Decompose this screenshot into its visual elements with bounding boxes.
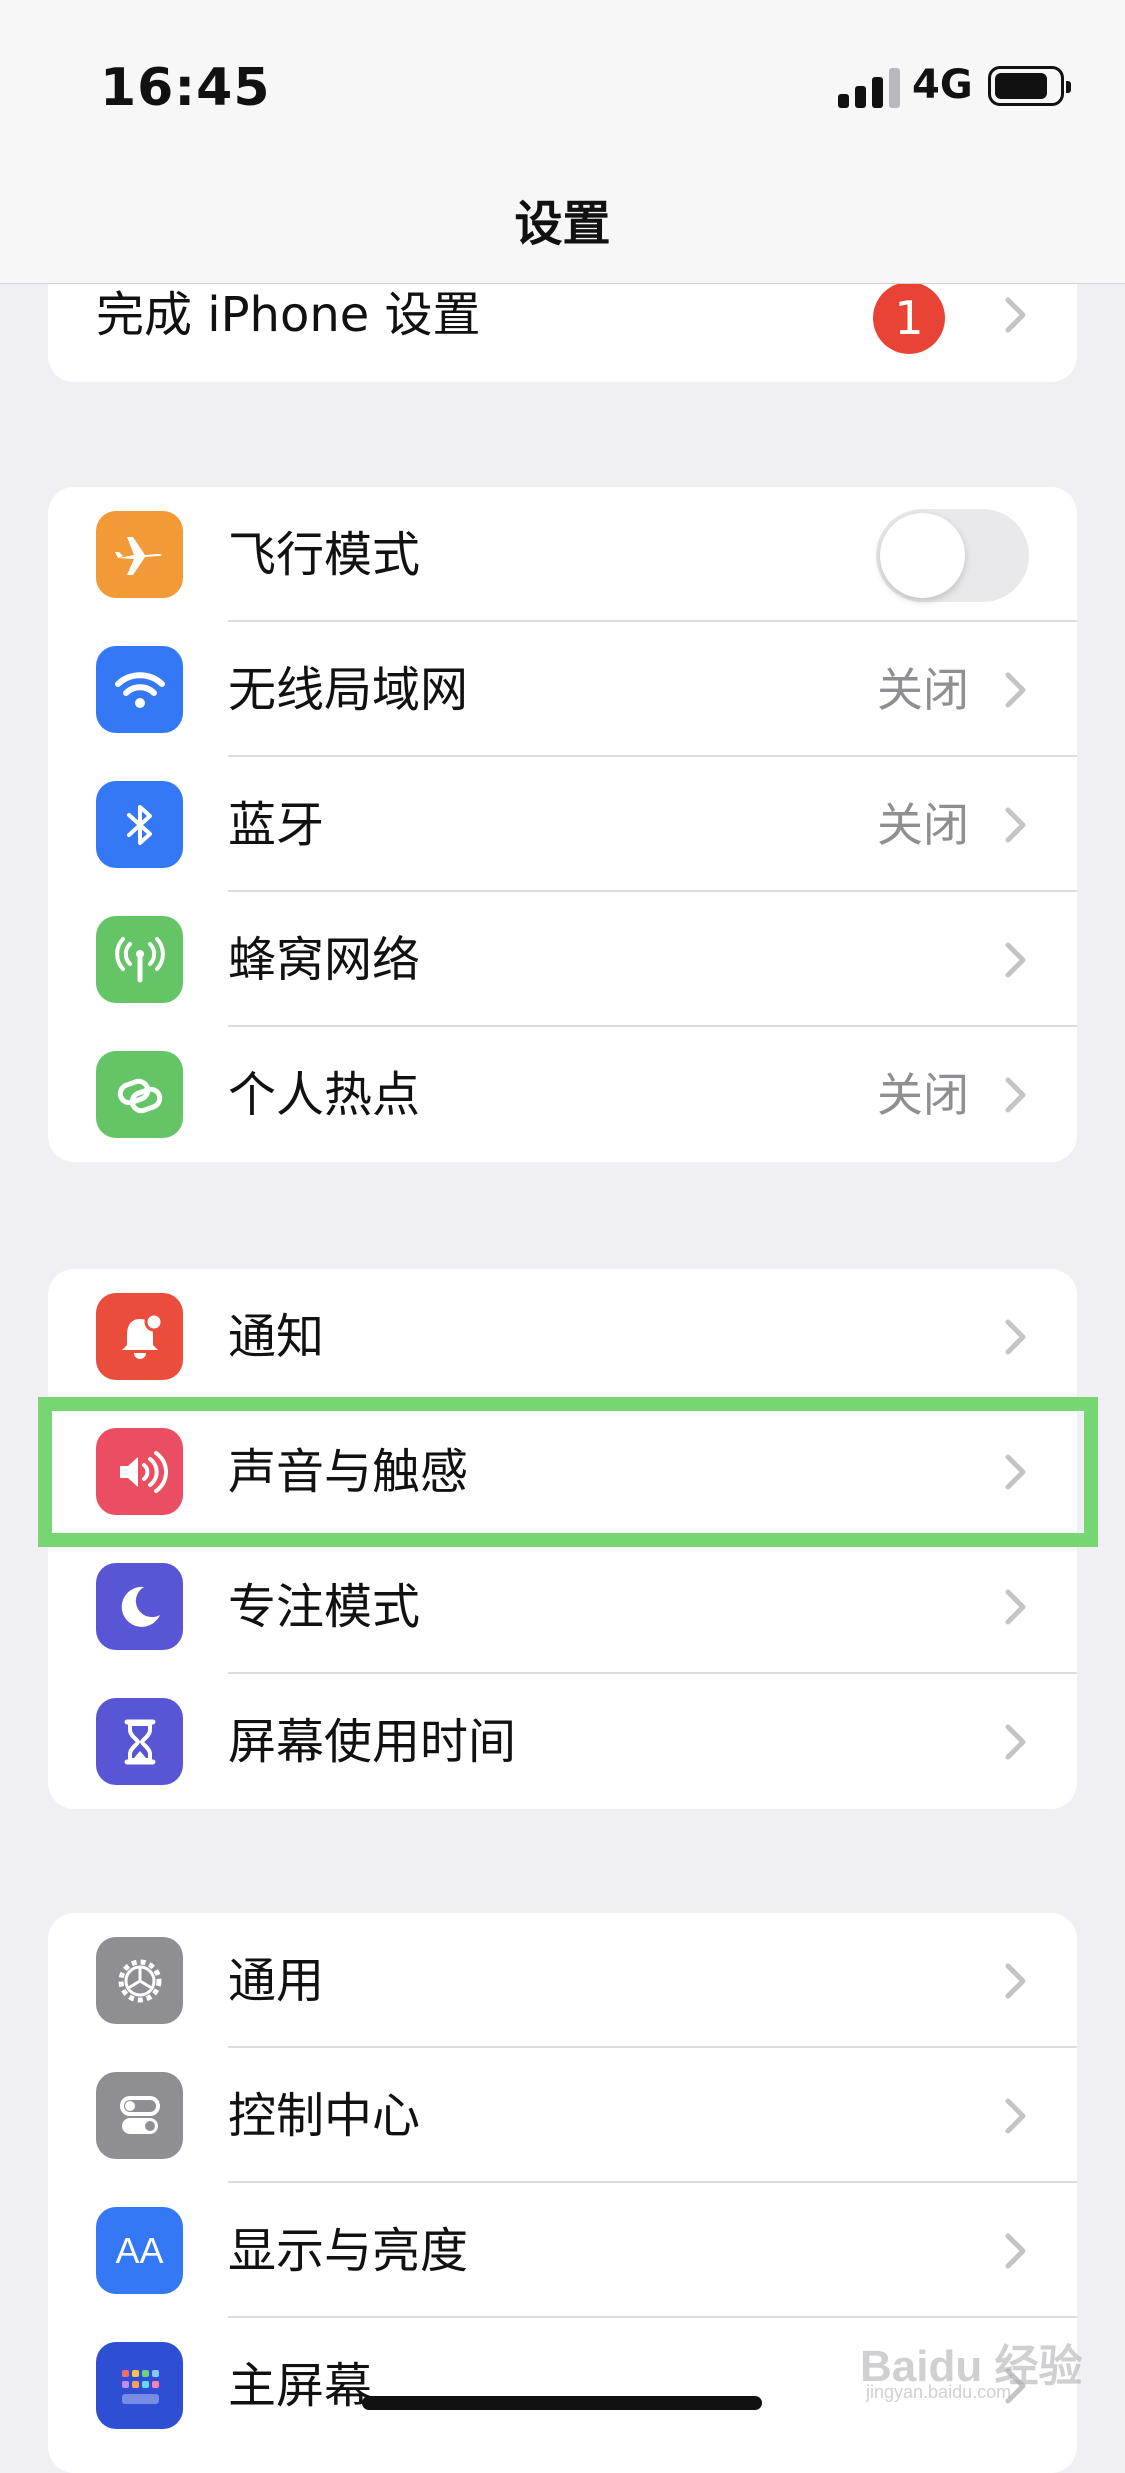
notification-badge: 1 [873, 282, 945, 354]
row-label: 控制中心 [228, 2088, 421, 2144]
settings-row-focus[interactable]: 专注模式 [48, 1539, 1077, 1674]
row-label: 主屏幕 [228, 2358, 373, 2414]
row-label: 通知 [228, 1309, 325, 1365]
setup-row-label: 完成 iPhone 设置 [96, 287, 481, 343]
row-label: 无线局域网 [228, 662, 469, 718]
toggles-icon [96, 2072, 183, 2159]
row-label: 屏幕使用时间 [228, 1714, 517, 1770]
settings-row-bluetooth[interactable]: 蓝牙 关闭 [48, 757, 1077, 892]
status-and-nav-bar: 16:45 4G 设置 [0, 0, 1125, 284]
chevron-right-icon [1005, 2233, 1026, 2269]
bluetooth-icon [96, 781, 183, 868]
chevron-right-icon [1005, 1319, 1026, 1355]
hourglass-icon [96, 1698, 183, 1785]
watermark-url: jingyan.baidu.com [866, 2382, 1012, 2402]
row-label: 飞行模式 [228, 527, 421, 583]
row-label: 蜂窝网络 [228, 932, 421, 988]
network-type: 4G [912, 62, 973, 108]
airplane-icon [96, 511, 183, 598]
settings-row-general[interactable]: 通用 [48, 1913, 1077, 2048]
row-label: 蓝牙 [228, 797, 325, 853]
home-grid-icon [96, 2342, 183, 2429]
wifi-icon [96, 646, 183, 733]
antenna-icon [96, 916, 183, 1003]
status-time: 16:45 [100, 58, 271, 118]
hotspot-link-icon [96, 1051, 183, 1138]
chevron-right-icon [1005, 807, 1026, 843]
settings-row-control-center[interactable]: 控制中心 [48, 2048, 1077, 2183]
row-label: 显示与亮度 [228, 2223, 469, 2279]
chevron-right-icon [1005, 297, 1026, 333]
gear-icon [96, 1937, 183, 2024]
settings-row-notifications[interactable]: 通知 [48, 1269, 1077, 1404]
settings-row-display-brightness[interactable]: AA 显示与亮度 [48, 2183, 1077, 2318]
row-label: 专注模式 [228, 1579, 421, 1635]
airplane-mode-toggle[interactable] [876, 509, 1029, 602]
chevron-right-icon [1005, 942, 1026, 978]
chevron-right-icon [1005, 672, 1026, 708]
chevron-right-icon [1005, 1724, 1026, 1760]
settings-row-airplane-mode: 飞行模式 [48, 487, 1077, 622]
chevron-right-icon [1005, 1589, 1026, 1625]
highlight-box [38, 1397, 1098, 1547]
chevron-right-icon [1005, 2098, 1026, 2134]
bell-icon [96, 1293, 183, 1380]
row-value: 关闭 [877, 1068, 969, 1122]
row-value: 关闭 [877, 663, 969, 717]
settings-row-screen-time[interactable]: 屏幕使用时间 [48, 1674, 1077, 1809]
chevron-right-icon [1005, 1077, 1026, 1113]
battery-icon [988, 66, 1071, 106]
cellular-signal-icon [838, 68, 900, 108]
settings-row-cellular[interactable]: 蜂窝网络 [48, 892, 1077, 1027]
text-size-glyph: AA [115, 2229, 164, 2271]
settings-row-wifi[interactable]: 无线局域网 关闭 [48, 622, 1077, 757]
row-label: 通用 [228, 1953, 325, 2009]
row-value: 关闭 [877, 798, 969, 852]
home-indicator[interactable] [362, 2396, 762, 2410]
chevron-right-icon [1005, 1963, 1026, 1999]
row-label: 个人热点 [228, 1067, 421, 1123]
settings-row-personal-hotspot[interactable]: 个人热点 关闭 [48, 1027, 1077, 1162]
connectivity-group: 飞行模式 无线局域网 关闭 蓝牙 关闭 蜂窝网络 个人热点 关闭 [48, 487, 1077, 1162]
page-title: 设置 [514, 196, 611, 252]
text-size-icon: AA [96, 2207, 183, 2294]
moon-icon [96, 1563, 183, 1650]
